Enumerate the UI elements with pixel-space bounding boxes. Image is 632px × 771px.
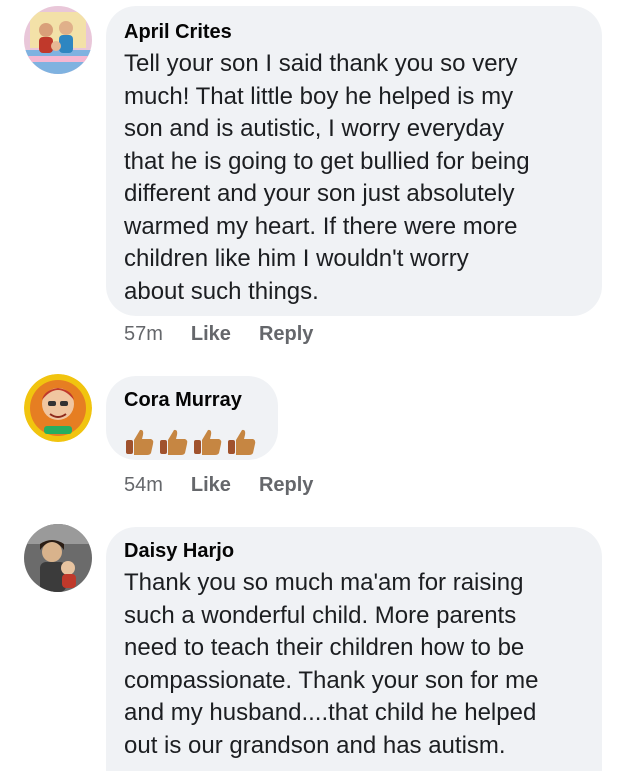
comment-author[interactable]: April Crites [124, 20, 584, 44]
comment-text: Thank you so much ma'am for raising such… [124, 569, 539, 759]
like-button[interactable]: Like [191, 474, 231, 497]
reaction-emojis [124, 426, 260, 458]
comment-timestamp[interactable]: 57m [124, 323, 163, 346]
avatar-april-crites[interactable] [24, 6, 92, 74]
thumbs-up-icon [126, 429, 154, 455]
comment-actions: 54m Like Reply [124, 474, 313, 497]
reply-button[interactable]: Reply [259, 323, 313, 346]
comment-text: Tell your son I said thank you so very m… [124, 50, 530, 305]
comment-author[interactable]: Cora Murray [124, 388, 260, 412]
reply-button[interactable]: Reply [259, 474, 313, 497]
avatar-daisy-harjo[interactable] [24, 524, 92, 592]
comment-thread: April Crites Tell your son I said thank … [0, 0, 632, 771]
person-portrait-icon [24, 374, 92, 442]
thumbs-up-icon [160, 429, 188, 455]
comment-actions: 57m Like Reply [124, 323, 313, 346]
comment-bubble: April Crites Tell your son I said thank … [106, 6, 602, 316]
comment-bubble: Daisy Harjo Thank you so much ma'am for … [106, 527, 602, 771]
comment-author[interactable]: Daisy Harjo [124, 539, 584, 563]
thumbs-up-icon [194, 429, 222, 455]
avatar-cora-murray[interactable] [24, 374, 92, 442]
comment-bubble: Cora Murray [106, 376, 278, 460]
person-holding-child-icon [24, 524, 92, 592]
comment-timestamp[interactable]: 54m [124, 474, 163, 497]
thumbs-up-icon [228, 429, 256, 455]
family-photo-icon [24, 6, 92, 74]
like-button[interactable]: Like [191, 323, 231, 346]
